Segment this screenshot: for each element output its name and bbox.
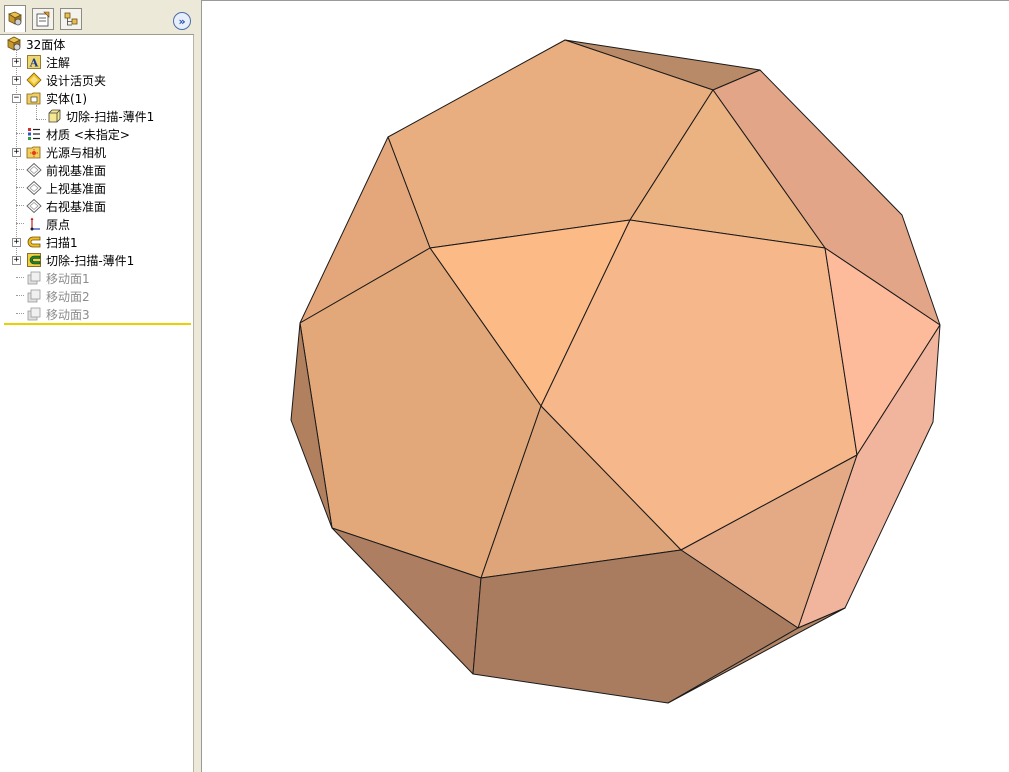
tree-connector xyxy=(16,187,24,188)
tab-property-manager[interactable] xyxy=(32,8,54,30)
double-chevron-right-icon: » xyxy=(178,14,186,28)
tree-item-front-plane[interactable]: 前视基准面 xyxy=(26,161,106,179)
panel-splitter[interactable] xyxy=(194,0,201,772)
tab-feature-manager[interactable] xyxy=(4,5,26,32)
tree-connector xyxy=(16,295,24,296)
tree-item-label: 切除-扫描-薄件1 xyxy=(66,109,155,124)
cut-sweep-icon xyxy=(27,253,41,267)
expand-toggle[interactable]: + xyxy=(12,148,21,157)
tree-item-top-plane[interactable]: 上视基准面 xyxy=(26,179,106,197)
tree-item-solid-bodies[interactable]: 实体(1) xyxy=(26,89,87,107)
part-icon xyxy=(7,36,21,51)
tree-connector xyxy=(16,205,24,206)
tree-item-label: 上视基准面 xyxy=(46,181,107,196)
expand-toggle[interactable]: + xyxy=(12,58,21,67)
tree-connector xyxy=(16,277,24,278)
tree-item-label: 前视基准面 xyxy=(46,163,107,178)
tree-connector xyxy=(16,133,24,134)
tree-item-label: 切除-扫描-薄件1 xyxy=(46,253,135,268)
tree-item-body-cut-sweep[interactable]: 切除-扫描-薄件1 xyxy=(46,107,154,125)
property-manager-icon xyxy=(36,11,50,27)
annotation-icon: A xyxy=(27,55,41,70)
expand-toggle[interactable]: + xyxy=(12,256,21,265)
plane-icon xyxy=(26,162,42,178)
origin-icon xyxy=(30,217,40,231)
tree-root[interactable]: 32面体 xyxy=(6,35,65,53)
tree-item-label: 原点 xyxy=(46,217,71,232)
tree-item-right-plane[interactable]: 右视基准面 xyxy=(26,197,106,215)
feature-manager-icon xyxy=(8,11,22,26)
plane-icon xyxy=(26,180,42,196)
tree-item-move-face3[interactable]: 移动面3 xyxy=(26,305,90,323)
tree-connector xyxy=(36,105,37,119)
tree-item-cut-sweep-thin1[interactable]: 切除-扫描-薄件1 xyxy=(26,251,134,269)
tree-item-origin[interactable]: 原点 xyxy=(26,215,70,233)
tree-item-label: 移动面3 xyxy=(46,307,90,322)
tree-item-label: 注解 xyxy=(46,55,71,70)
solid-body-icon xyxy=(48,109,61,123)
configuration-manager-icon xyxy=(64,12,78,26)
tree-item-lights-cameras[interactable]: 光源与相机 xyxy=(26,143,106,161)
tree-item-label: 设计活页夹 xyxy=(46,73,107,88)
polyhedron-model[interactable] xyxy=(201,0,1009,772)
tree-item-design-binder[interactable]: 设计活页夹 xyxy=(26,71,106,89)
tree-connector xyxy=(36,119,46,120)
tree-item-label: 扫描1 xyxy=(46,235,78,250)
plane-icon xyxy=(26,198,42,214)
tree-item-label: 移动面1 xyxy=(46,271,90,286)
graphics-area[interactable] xyxy=(201,0,1009,772)
tree-connector xyxy=(16,313,24,314)
tree-root-label: 32面体 xyxy=(26,37,66,52)
tree-item-label: 光源与相机 xyxy=(46,145,107,160)
tree-item-label: 右视基准面 xyxy=(46,199,107,214)
tree-item-move-face1[interactable]: 移动面1 xyxy=(26,269,90,287)
tree-item-move-face2[interactable]: 移动面2 xyxy=(26,287,90,305)
rollback-bar[interactable] xyxy=(4,323,191,325)
design-binder-icon xyxy=(26,72,42,88)
move-face-icon xyxy=(27,289,41,303)
tree-item-label: 材质 <未指定> xyxy=(46,127,130,142)
tree-item-label: 实体(1) xyxy=(46,91,87,106)
tree-connector xyxy=(16,169,24,170)
tree-item-annotations[interactable]: A 注解 xyxy=(26,53,70,71)
panel-tab-bar: » xyxy=(0,0,194,35)
feature-manager-panel: » 32面体 + A 注解 + 设计活页夹 − 实体(1) 切除-扫描-薄件1 … xyxy=(0,0,194,772)
tree-item-label: 移动面2 xyxy=(46,289,90,304)
lights-folder-icon xyxy=(26,146,41,159)
expand-toggle[interactable]: + xyxy=(12,76,21,85)
tab-configuration-manager[interactable] xyxy=(60,8,82,30)
folder-icon xyxy=(26,92,41,105)
tree-item-material[interactable]: 材质 <未指定> xyxy=(26,125,130,143)
move-face-icon xyxy=(27,307,41,321)
material-icon xyxy=(28,128,40,140)
collapse-toggle[interactable]: − xyxy=(12,94,21,103)
svg-text:A: A xyxy=(29,57,39,70)
collapse-panel-button[interactable]: » xyxy=(173,12,191,30)
tree-item-sweep1[interactable]: 扫描1 xyxy=(26,233,78,251)
expand-toggle[interactable]: + xyxy=(12,238,21,247)
move-face-icon xyxy=(27,271,41,285)
tree-connector xyxy=(16,223,24,224)
sweep-feature-icon xyxy=(27,236,41,248)
